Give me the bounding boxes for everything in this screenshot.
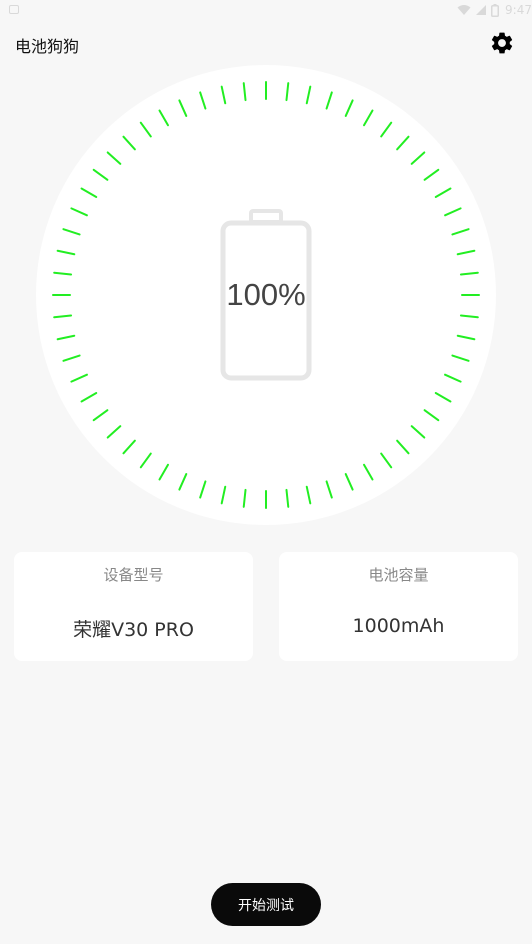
- battery-capacity-label: 电池容量: [368, 566, 429, 584]
- settings-button[interactable]: [489, 30, 515, 56]
- status-bar: 9:47: [0, 0, 532, 22]
- battery-capacity-card: 电池容量 1000mAh: [279, 552, 518, 661]
- battery-dial: 100%: [35, 64, 497, 526]
- device-model-value: 荣耀V30 PRO: [73, 619, 194, 641]
- gear-icon: [491, 32, 513, 54]
- wifi-icon: [457, 5, 471, 15]
- device-model-card: 设备型号 荣耀V30 PRO: [14, 552, 253, 661]
- battery-icon: [491, 3, 500, 17]
- status-icons: 9:47: [457, 2, 532, 18]
- status-time: 9:47: [505, 3, 532, 17]
- device-model-label: 设备型号: [103, 566, 164, 584]
- app-title: 电池狗狗: [15, 37, 80, 56]
- battery-percentage: 100%: [226, 277, 306, 312]
- notification-icon: [9, 5, 19, 14]
- start-test-button[interactable]: 开始测试: [211, 883, 321, 926]
- battery-capacity-value: 1000mAh: [352, 615, 445, 637]
- signal-icon: [476, 5, 487, 15]
- battery-app-screen: 9:47 电池狗狗 100% 设备型号 荣耀V30 PRO 电池容量 1000m…: [0, 0, 532, 944]
